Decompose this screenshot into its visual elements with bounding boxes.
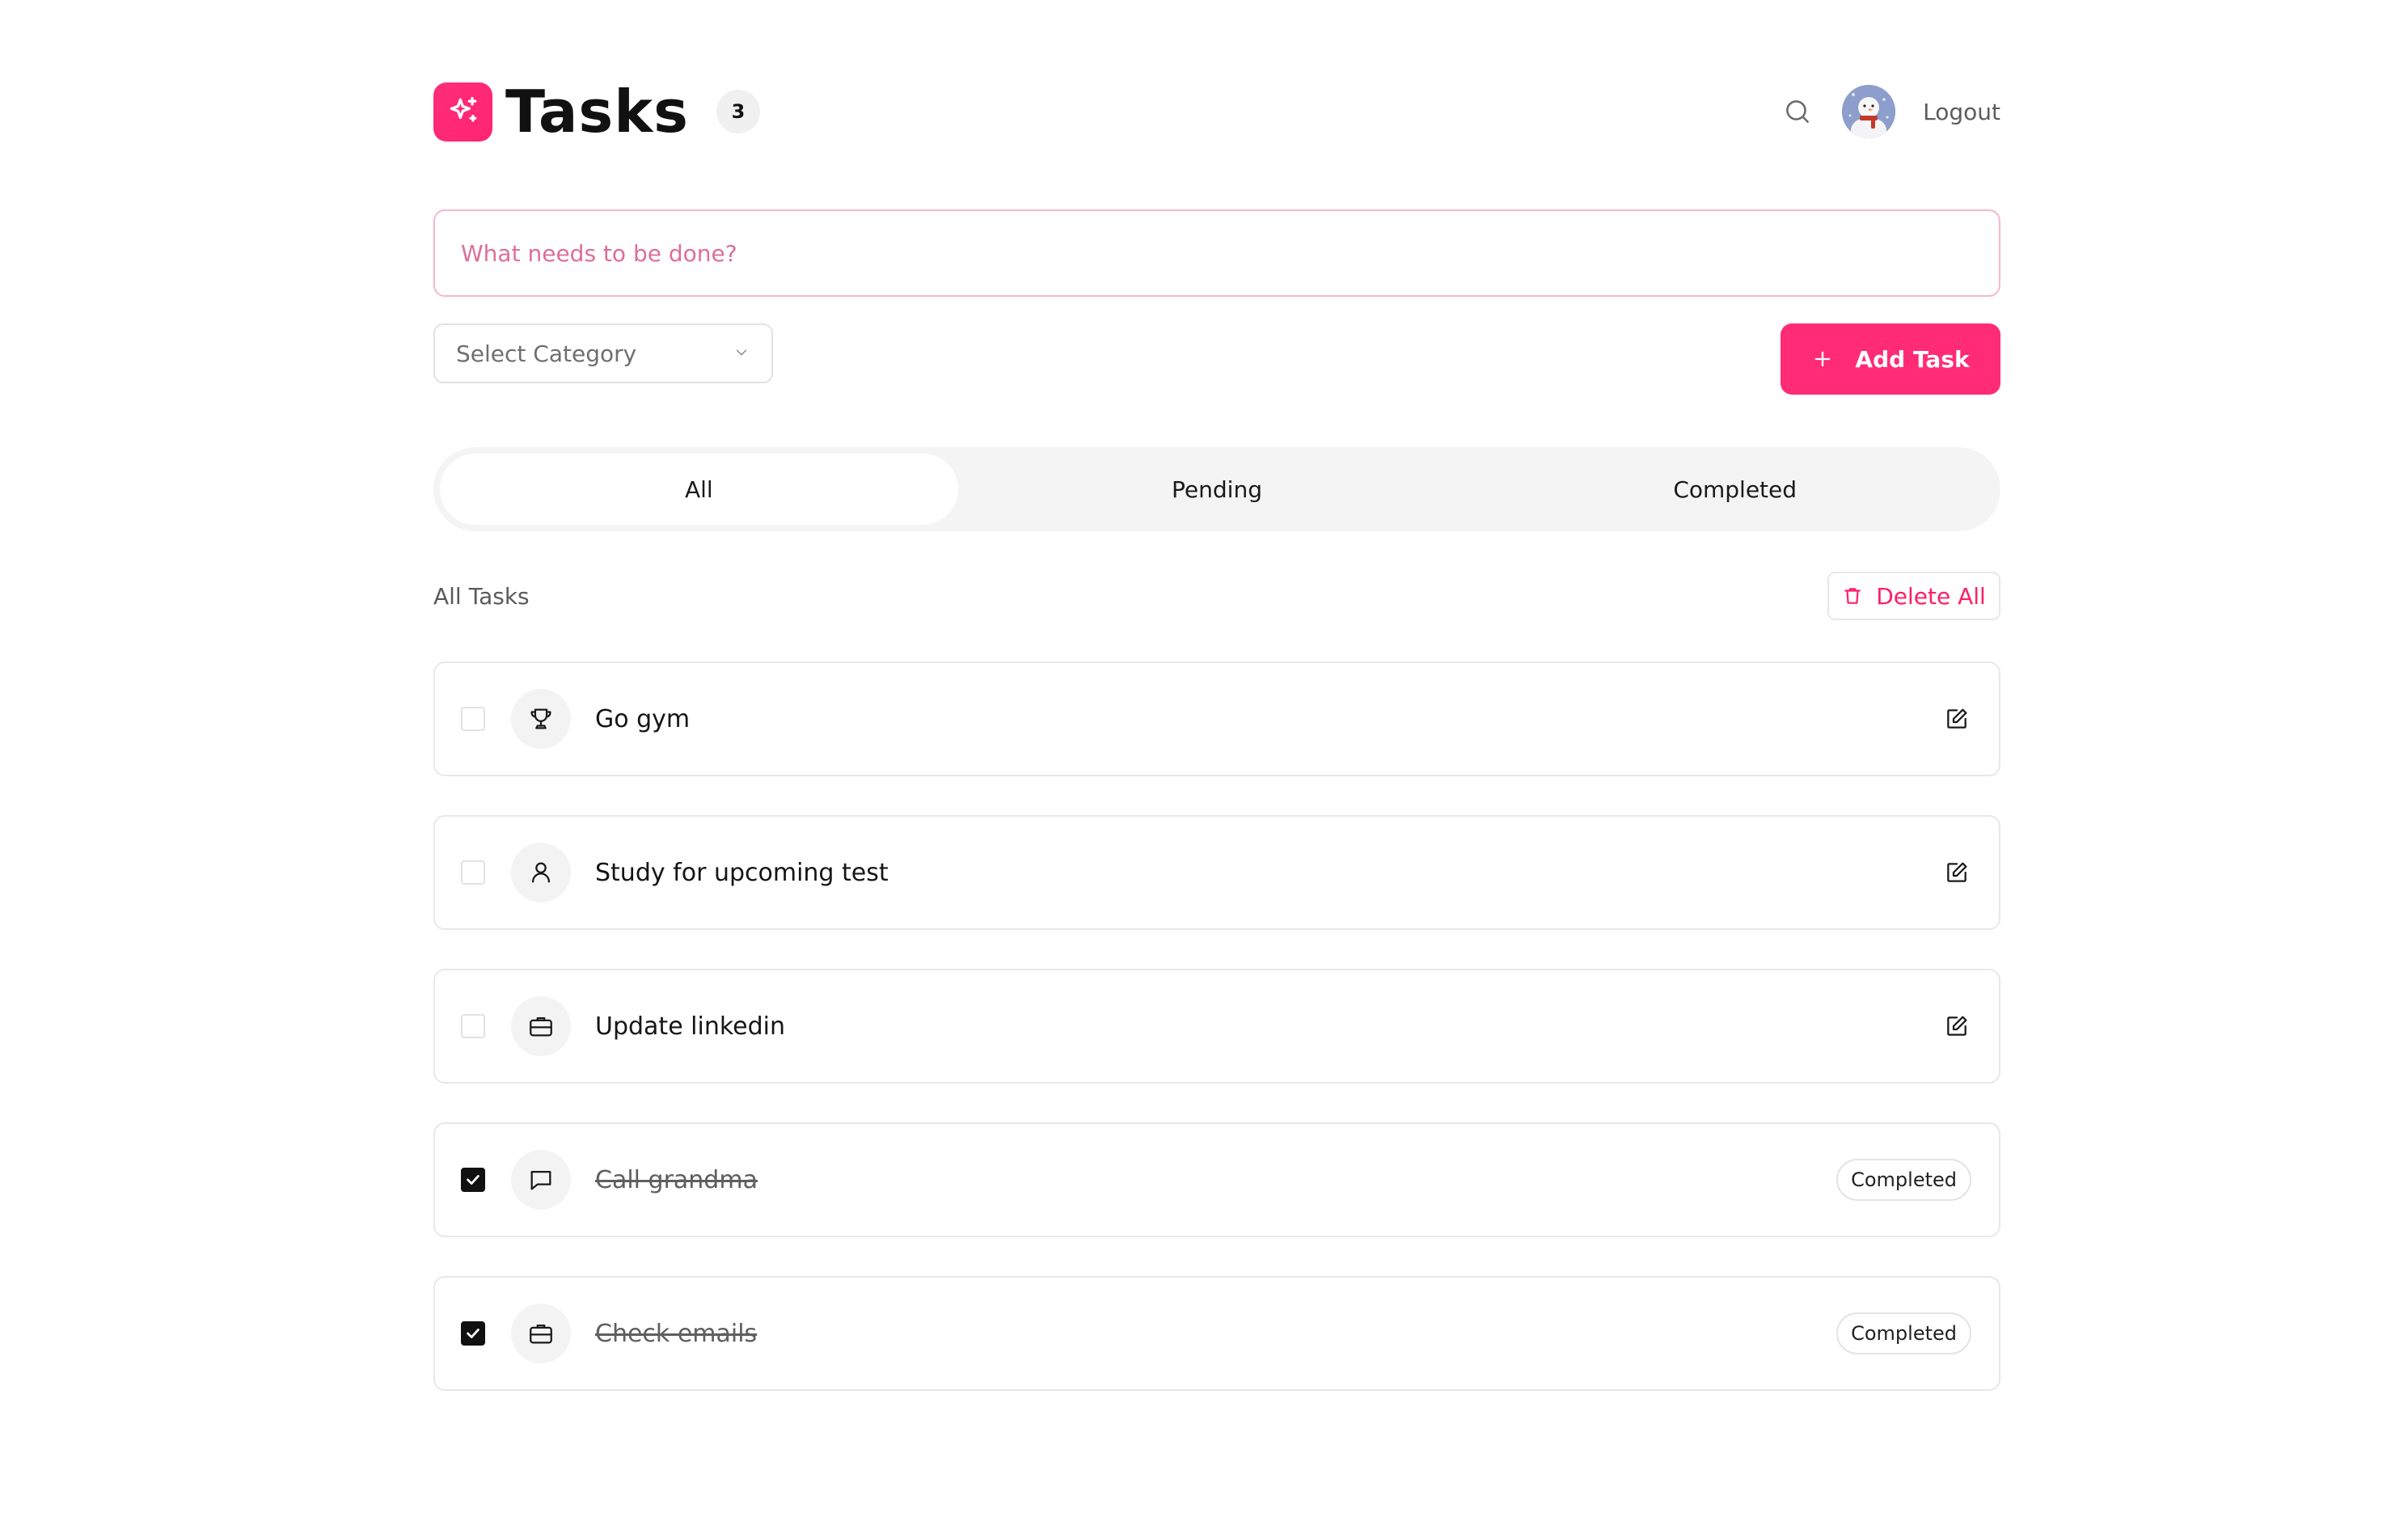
trophy-icon: [511, 689, 571, 749]
message-icon: [511, 1150, 571, 1210]
briefcase-icon: [511, 996, 571, 1056]
status-badge: Completed: [1836, 1312, 1971, 1354]
user-icon: [511, 843, 571, 902]
tab-all[interactable]: All: [440, 454, 958, 525]
task-checkbox[interactable]: [461, 707, 485, 731]
task-row: Update linkedin: [433, 969, 2000, 1084]
briefcase-icon: [511, 1304, 571, 1363]
category-select[interactable]: Select Category: [433, 323, 773, 383]
avatar[interactable]: [1842, 85, 1896, 138]
edit-icon[interactable]: [1941, 1010, 1973, 1042]
tab-completed[interactable]: Completed: [1476, 454, 1994, 525]
add-task-button[interactable]: Add Task: [1781, 323, 2000, 395]
check-icon: [467, 1329, 479, 1338]
task-list: Go gym Study for upcoming test Update li…: [433, 661, 2000, 1430]
task-count-badge: 3: [716, 90, 761, 133]
task-checkbox[interactable]: [461, 1014, 485, 1038]
task-title: Go gym: [595, 704, 691, 733]
tab-pending[interactable]: Pending: [958, 454, 1476, 525]
app-container: Tasks 3 Logout What needs to be done? Se…: [433, 79, 2000, 1391]
task-row: Go gym: [433, 661, 2000, 776]
trash-icon: [1842, 585, 1863, 606]
app-header: Tasks 3 Logout: [433, 79, 2000, 144]
task-checkbox[interactable]: [461, 1168, 485, 1192]
sparkles-icon: [433, 82, 492, 142]
plus-icon: [1811, 348, 1834, 370]
delete-all-button[interactable]: Delete All: [1827, 572, 2000, 620]
edit-icon[interactable]: [1941, 703, 1973, 735]
search-icon[interactable]: [1781, 95, 1814, 129]
category-select-value: Select Category: [456, 340, 637, 367]
chevron-down-icon: [733, 340, 750, 367]
task-row: Call grandma Completed: [433, 1122, 2000, 1237]
task-row: Check emails Completed: [433, 1276, 2000, 1391]
task-checkbox[interactable]: [461, 860, 485, 885]
filter-tabs: All Pending Completed: [433, 447, 2000, 531]
task-title: Update linkedin: [595, 1012, 786, 1041]
task-input[interactable]: [433, 209, 2000, 297]
section-title: All Tasks: [433, 583, 530, 610]
add-task-label: Add Task: [1855, 345, 1970, 373]
task-row: Study for upcoming test: [433, 815, 2000, 930]
brand: Tasks 3: [433, 78, 761, 146]
header-actions: Logout: [1781, 85, 2000, 138]
edit-icon[interactable]: [1941, 856, 1973, 889]
status-badge: Completed: [1836, 1159, 1971, 1201]
task-title: Call grandma: [595, 1165, 758, 1194]
delete-all-label: Delete All: [1876, 582, 1986, 610]
page-title: Tasks: [505, 78, 690, 146]
logout-link[interactable]: Logout: [1923, 99, 2000, 125]
task-title: Check emails: [595, 1319, 758, 1348]
check-icon: [467, 1175, 479, 1185]
task-title: Study for upcoming test: [595, 858, 889, 887]
task-checkbox[interactable]: [461, 1321, 485, 1346]
